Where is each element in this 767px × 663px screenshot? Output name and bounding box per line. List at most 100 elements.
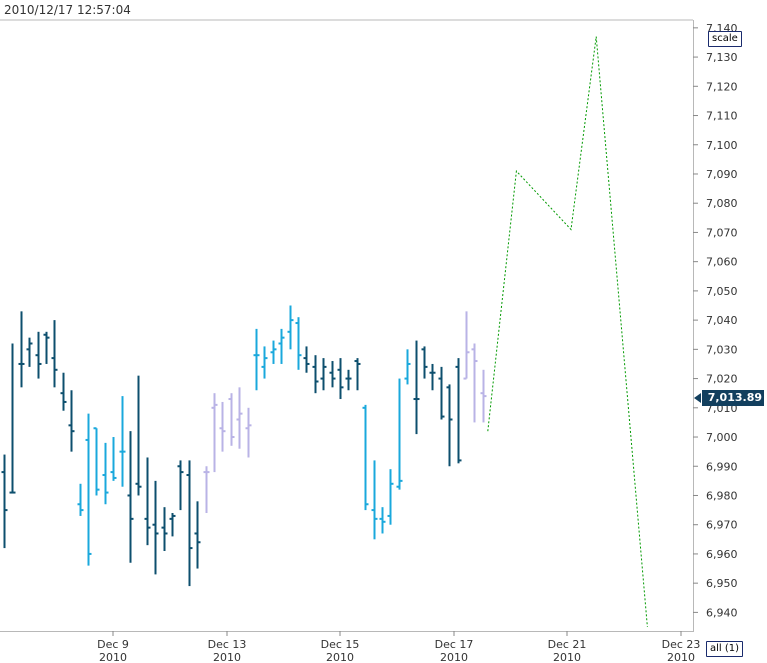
ohlc-bar [18, 311, 25, 388]
ohlc-bar [287, 305, 294, 350]
x-tick-label-year: 2010 [99, 651, 127, 663]
ohlc-bar [345, 369, 352, 391]
ohlc-bar [295, 317, 302, 370]
x-tick-label-day: Dec 15 [321, 638, 360, 651]
ohlc-bar [85, 413, 92, 566]
ohlc-bar [169, 513, 176, 537]
x-tick-label-year: 2010 [326, 651, 354, 663]
ohlc-bar [446, 384, 453, 467]
all-range-button[interactable]: all (1) [706, 641, 744, 657]
x-axis: Dec 92010Dec 132010Dec 152010Dec 172010D… [97, 631, 700, 663]
chart-frame [0, 19, 694, 632]
ohlc-bar [35, 331, 42, 379]
ohlc-bar [320, 358, 327, 391]
ohlc-bar [278, 328, 285, 364]
y-tick-label: 7,060 [706, 256, 738, 269]
ohlc-bar [144, 457, 151, 546]
ohlc-bar [26, 337, 33, 367]
ohlc-bar [51, 320, 58, 388]
ohlc-bar [77, 483, 84, 516]
ohlc-bar [312, 355, 319, 394]
ohlc-bar [396, 378, 403, 490]
ohlc-bar [329, 361, 336, 388]
x-tick-label-year: 2010 [213, 651, 241, 663]
y-tick-label: 7,030 [706, 343, 738, 356]
y-tick-label: 7,100 [706, 139, 738, 152]
ohlc-bar [413, 340, 420, 435]
ohlc-bar [245, 407, 252, 458]
last-price-tag: 7,013.89 [702, 390, 764, 406]
ohlc-bar [471, 343, 478, 423]
ohlc-bar [362, 404, 369, 511]
y-tick-label: 7,000 [706, 431, 738, 444]
ohlc-bar [429, 363, 436, 391]
ohlc-bar [9, 343, 16, 494]
last-price-arrow-icon [694, 393, 701, 403]
y-tick-label: 6,950 [706, 577, 738, 590]
ohlc-bar [135, 375, 142, 496]
ohlc-bar [463, 311, 470, 380]
ohlc-bar [194, 501, 201, 569]
ohlc-bar [43, 331, 50, 364]
x-tick-label-year: 2010 [553, 651, 581, 663]
y-tick-label: 7,050 [706, 285, 738, 298]
ohlc-bars [1, 305, 487, 587]
ohlc-bar [93, 427, 100, 496]
ohlc-bar [203, 466, 210, 514]
ohlc-bar [303, 346, 310, 373]
ohlc-bar [379, 507, 386, 534]
ohlc-bar [68, 390, 75, 452]
ohlc-bar [261, 346, 268, 379]
y-tick-label: 7,080 [706, 197, 738, 210]
ohlc-bar [119, 396, 126, 487]
x-tick-label-day: Dec 17 [435, 638, 474, 651]
x-tick-label-day: Dec 23 [662, 638, 701, 651]
y-axis: 6,9406,9506,9606,9706,9806,9907,0007,010… [693, 22, 738, 619]
ohlc-bar [161, 507, 168, 552]
ohlc-bar [228, 393, 235, 446]
y-tick-label: 6,990 [706, 460, 738, 473]
y-tick-label: 7,130 [706, 51, 738, 64]
y-tick-label: 7,120 [706, 80, 738, 93]
ohlc-bar [253, 328, 260, 391]
ohlc-bar [354, 358, 361, 391]
ohlc-bar [438, 366, 445, 420]
ohlc-bar [236, 387, 243, 449]
forecast-path [487, 36, 648, 628]
ohlc-bar [102, 442, 109, 505]
y-tick-label: 7,040 [706, 314, 738, 327]
ohlc-bar [127, 431, 134, 563]
y-tick-label: 6,960 [706, 548, 738, 561]
x-tick-label-day: Dec 13 [208, 638, 247, 651]
ohlc-bar [219, 401, 226, 452]
ohlc-bar [186, 460, 193, 587]
y-tick-label: 7,070 [706, 226, 738, 239]
chart-root: 2010/12/17 12:57:04 6,940 6,950 6,960 6,970… [0, 0, 767, 663]
ohlc-bar [177, 460, 184, 511]
ohlc-bar [387, 469, 394, 525]
ohlc-bar [60, 372, 67, 411]
forecast-line [487, 36, 648, 628]
ohlc-bar [270, 340, 277, 364]
ohlc-bar [1, 454, 8, 549]
x-tick-label-day: Dec 9 [97, 638, 129, 651]
ohlc-chart[interactable]: 6,9406,9506,9606,9706,9806,9907,0007,010… [0, 0, 767, 663]
y-tick-label: 7,020 [706, 373, 738, 386]
ohlc-bar [110, 437, 117, 481]
y-tick-label: 6,940 [706, 606, 738, 619]
ohlc-bar [404, 349, 411, 385]
y-tick-label: 7,090 [706, 168, 738, 181]
ohlc-bar [455, 358, 462, 464]
ohlc-bar [337, 358, 344, 400]
ohlc-bar [211, 393, 218, 473]
y-tick-label: 6,970 [706, 519, 738, 532]
scale-button[interactable]: scale [708, 31, 742, 47]
x-tick-label-year: 2010 [440, 651, 468, 663]
ohlc-bar [421, 346, 428, 379]
y-tick-label: 7,110 [706, 110, 738, 123]
x-tick-label-year: 2010 [667, 651, 695, 663]
y-tick-label: 6,980 [706, 489, 738, 502]
ohlc-bar [480, 369, 487, 423]
x-tick-label-day: Dec 21 [548, 638, 587, 651]
ohlc-bar [152, 480, 159, 575]
